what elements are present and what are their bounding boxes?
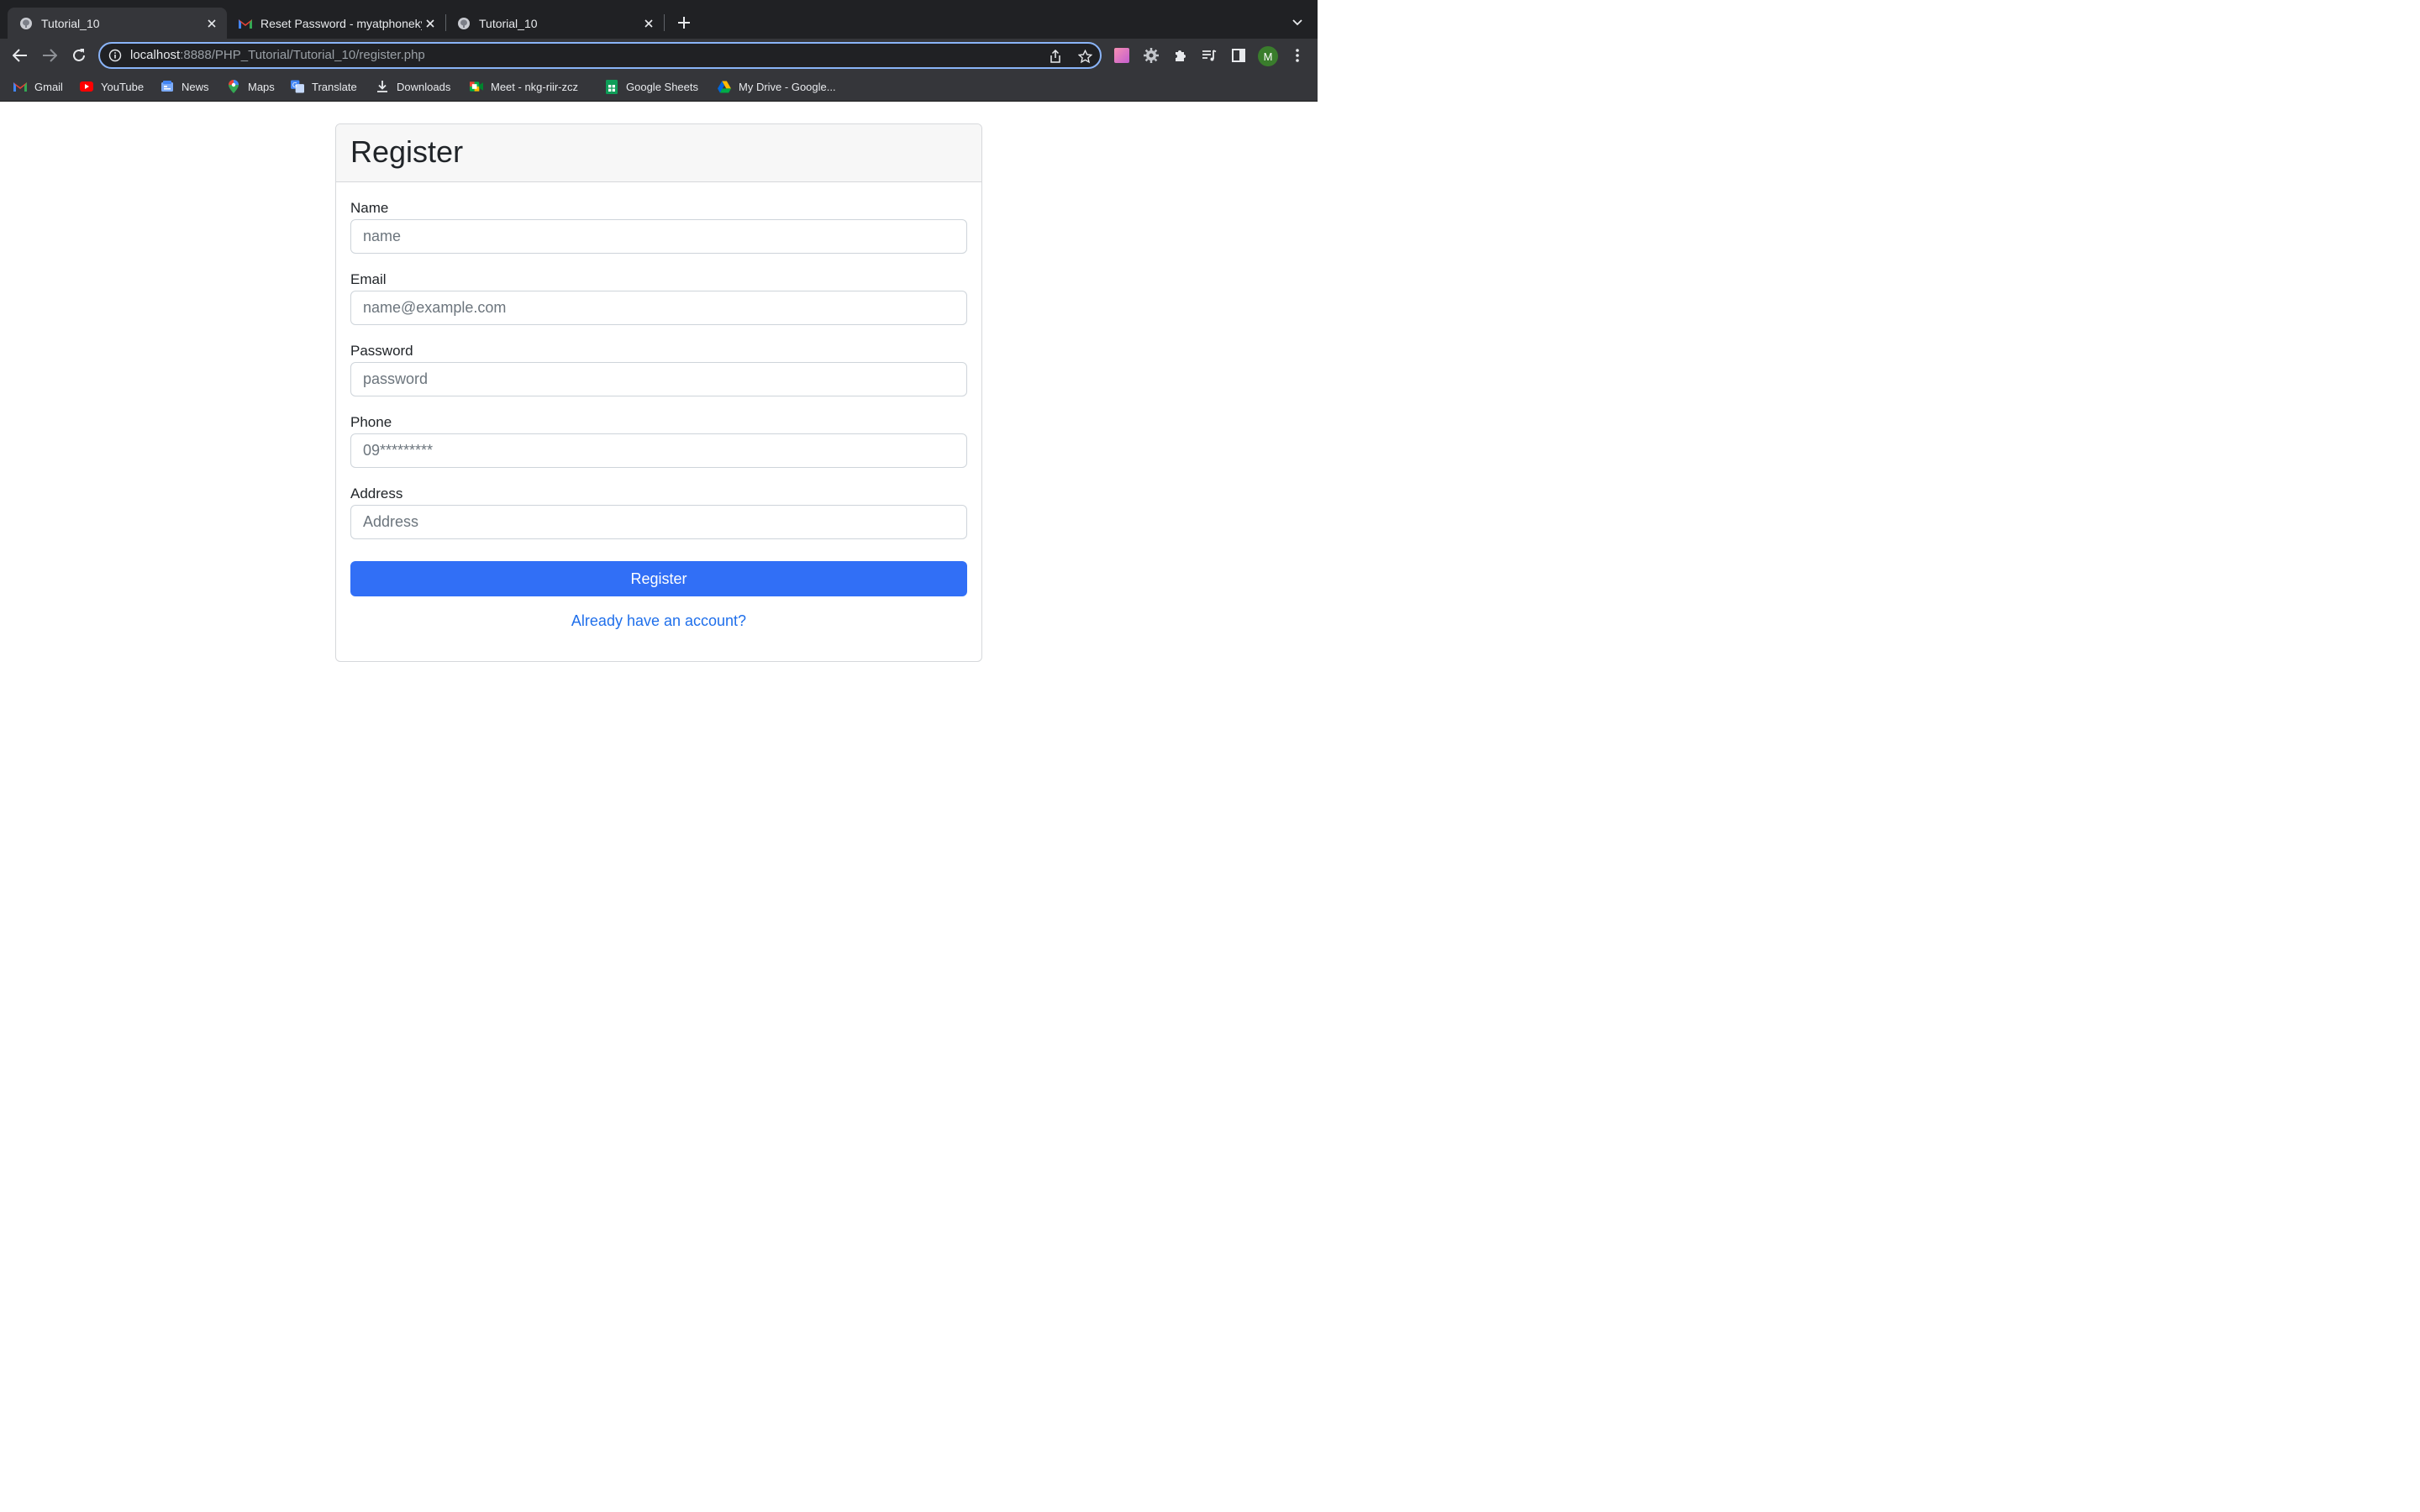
bookmark-my-drive[interactable]: My Drive - Google... (718, 78, 836, 95)
tab-separator (664, 14, 665, 31)
bookmarks-bar: Gmail YouTube News Maps G Translate Down… (0, 72, 1318, 102)
elephant-favicon (457, 17, 471, 30)
card-header: Register (336, 124, 981, 182)
sheets-icon (605, 79, 618, 94)
tab-title: Reset Password - myatphonekyaw (260, 16, 422, 30)
maps-icon (227, 80, 240, 93)
elephant-favicon (19, 17, 33, 30)
bookmark-label: My Drive - Google... (739, 80, 836, 93)
page-title: Register (350, 134, 464, 169)
url-path: :8888/PHP_Tutorial/Tutorial_10/register.… (180, 48, 425, 62)
bookmark-maps[interactable]: Maps (227, 78, 275, 95)
bookmark-youtube[interactable]: YouTube (80, 78, 144, 95)
bookmark-label: YouTube (101, 80, 145, 93)
email-label: Email (350, 271, 387, 287)
tab-title: Tutorial_10 (479, 16, 538, 30)
bookmark-label: Google Sheets (626, 80, 699, 93)
bookmark-meet[interactable]: Meet - nkg-riir-zcz (470, 78, 578, 95)
tab-search-chevron-icon[interactable] (1288, 13, 1307, 32)
bookmark-translate[interactable]: G Translate (291, 78, 357, 95)
password-input[interactable] (350, 362, 967, 396)
color-extension-icon[interactable] (1113, 47, 1130, 64)
bookmark-star-icon[interactable] (1077, 49, 1092, 64)
name-input[interactable] (350, 219, 967, 254)
profile-avatar[interactable]: M (1258, 46, 1278, 66)
register-card: Register Name Email Password Phone Addre… (335, 123, 982, 662)
kebab-menu-icon[interactable] (1289, 46, 1306, 65)
close-icon[interactable] (422, 15, 439, 32)
bookmark-gmail[interactable]: Gmail (13, 78, 63, 95)
media-playlist-icon[interactable] (1201, 47, 1218, 64)
site-info-icon[interactable] (108, 49, 122, 62)
url-host: localhost (130, 48, 181, 62)
bookmark-label: Downloads (397, 80, 451, 93)
bookmark-label: Translate (312, 80, 357, 93)
tab-1[interactable]: Tutorial_10 (8, 8, 227, 39)
close-icon[interactable] (640, 15, 657, 32)
bookmark-downloads[interactable]: Downloads (376, 78, 450, 95)
tab-title: Tutorial_10 (41, 16, 100, 30)
browser-toolbar: localhost:8888/PHP_Tutorial/Tutorial_10/… (0, 39, 1318, 72)
password-label: Password (350, 343, 413, 359)
bookmark-label: Gmail (34, 80, 63, 93)
download-icon (376, 80, 389, 93)
login-link[interactable]: Already have an account? (336, 612, 981, 630)
register-button[interactable]: Register (350, 561, 967, 596)
tab-strip: Tutorial_10 Reset Password - myatphoneky… (0, 0, 1318, 39)
address-label: Address (350, 486, 403, 501)
name-label: Name (350, 200, 389, 216)
side-panel-icon[interactable] (1230, 47, 1247, 64)
svg-text:G: G (292, 81, 297, 89)
news-icon (160, 80, 174, 93)
gmail-icon (13, 80, 27, 93)
close-icon[interactable] (203, 15, 220, 32)
address-bar[interactable]: localhost:8888/PHP_Tutorial/Tutorial_10/… (98, 42, 1102, 69)
gear-extension-icon[interactable] (1143, 47, 1160, 64)
drive-icon (718, 80, 731, 93)
bookmark-label: News (182, 80, 209, 93)
url-text[interactable]: localhost:8888/PHP_Tutorial/Tutorial_10/… (130, 48, 425, 62)
phone-label: Phone (350, 414, 392, 430)
youtube-icon (80, 80, 93, 93)
phone-input[interactable] (350, 433, 967, 468)
forward-button[interactable] (39, 45, 60, 66)
reload-button[interactable] (69, 45, 89, 66)
translate-icon: G (291, 80, 304, 93)
tab-3[interactable]: Tutorial_10 (445, 8, 664, 39)
email-input[interactable] (350, 291, 967, 325)
bookmark-news[interactable]: News (160, 78, 209, 95)
share-icon[interactable] (1048, 49, 1063, 64)
tab-2[interactable]: Reset Password - myatphonekyaw (227, 8, 445, 39)
meet-icon (470, 80, 483, 93)
bookmark-google-sheets[interactable]: Google Sheets (605, 78, 698, 95)
new-tab-button[interactable] (675, 13, 693, 32)
bookmark-label: Meet - nkg-riir-zcz (491, 80, 579, 93)
address-input[interactable] (350, 505, 967, 539)
bookmark-label: Maps (248, 80, 275, 93)
back-button[interactable] (10, 45, 30, 66)
puzzle-extensions-icon[interactable] (1172, 47, 1189, 64)
gmail-favicon (239, 17, 252, 30)
